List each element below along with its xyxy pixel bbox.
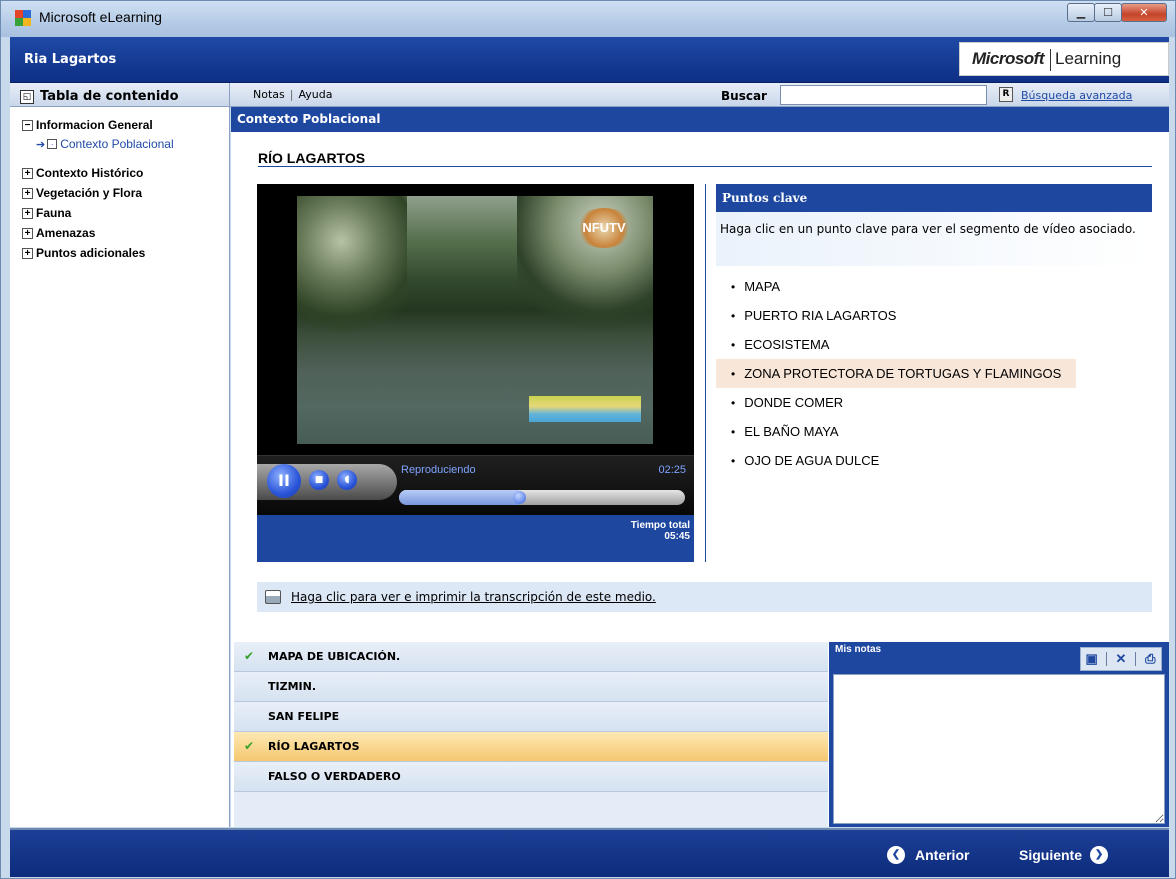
course-header: Ria Lagartos Microsoft Learning	[10, 37, 1169, 83]
key-point-item[interactable]: MAPA	[716, 272, 1076, 301]
next-button[interactable]: Siguiente ❯	[1019, 846, 1109, 864]
key-point-item[interactable]: PUERTO RIA LAGARTOS	[716, 301, 1076, 330]
previous-button[interactable]: ❮ Anterior	[887, 846, 969, 864]
notes-textarea[interactable]	[833, 674, 1165, 824]
main-content: Contexto Poblacional RÍO LAGARTOS NFUTV …	[231, 107, 1169, 827]
search-label: Buscar	[721, 89, 767, 103]
section-header: Contexto Poblacional	[231, 107, 1169, 132]
toc-toggle-button[interactable]: ◱ Tabla de contenido	[10, 83, 230, 107]
pause-icon[interactable]: II	[267, 464, 301, 498]
expand-icon[interactable]: +	[22, 167, 33, 179]
lesson-item[interactable]: TIZMIN.	[234, 672, 828, 702]
seek-handle[interactable]	[513, 491, 527, 504]
lesson-item[interactable]: ✔ MAPA DE UBICACIÓN.	[234, 642, 828, 672]
toc-item-amenazas[interactable]: + Amenazas	[22, 223, 229, 243]
minimize-icon[interactable]: ▁	[1067, 3, 1095, 22]
chevron-left-icon: ❮	[887, 846, 905, 864]
checkmark-icon: ✔	[244, 649, 255, 663]
video-screen[interactable]: NFUTV	[257, 184, 694, 455]
printer-icon[interactable]	[265, 590, 281, 604]
notes-header: Mis notas ▣ ✕ ⎙	[833, 644, 1165, 674]
seek-progress	[399, 490, 520, 505]
toc-item-fauna[interactable]: + Fauna	[22, 203, 229, 223]
current-arrow-icon: ➔	[36, 138, 46, 151]
key-point-item[interactable]: DONDE COMER	[716, 388, 1076, 417]
collapse-icon[interactable]: −	[22, 119, 33, 131]
transcript-link[interactable]: Haga clic para ver e imprimir la transcr…	[291, 590, 656, 604]
stop-icon[interactable]: ■	[309, 470, 329, 490]
print-icon[interactable]: ⎙	[1143, 652, 1157, 666]
tv-channel-logo: NFUTV	[575, 208, 633, 248]
expand-icon[interactable]: +	[22, 207, 33, 219]
volume-icon[interactable]: ◖	[337, 470, 357, 490]
key-point-item[interactable]: EL BAÑO MAYA	[716, 417, 1076, 446]
video-controls: II ■ ◖ Reproduciendo 02:25	[257, 455, 694, 515]
toolbar-links: Notas | Ayuda	[253, 88, 333, 101]
total-time: Tiempo total 05:45	[630, 520, 690, 542]
video-player: NFUTV II ■ ◖ Reproduciendo 02:25 Tiempo …	[257, 184, 694, 562]
key-points-description: Haga clic en un punto clave para ver el …	[716, 212, 1152, 266]
chevron-right-icon: ❯	[1090, 846, 1109, 864]
elapsed-time: 02:25	[658, 464, 686, 476]
panel-divider	[705, 184, 706, 562]
title-bar: Microsoft eLearning ▁ ☐ ✕	[1, 1, 1175, 37]
search-input[interactable]	[780, 85, 987, 105]
key-point-item-highlighted[interactable]: ZONA PROTECTORA DE TORTUGAS Y FLAMINGOS	[716, 359, 1076, 388]
toc-sidebar: − Informacion General ➔ · Contexto Poblacio…	[10, 107, 230, 827]
maximize-icon[interactable]: ☐	[1094, 3, 1122, 22]
expand-icon[interactable]: +	[22, 227, 33, 239]
toc-item-informacion-general[interactable]: − Informacion General	[22, 115, 229, 135]
microsoft-learning-logo: Microsoft Learning	[959, 42, 1169, 76]
toc-item-contexto-historico[interactable]: + Contexto Histórico	[22, 163, 229, 183]
delete-icon[interactable]: ✕	[1114, 652, 1128, 666]
save-icon[interactable]: ▣	[1085, 652, 1099, 666]
window-title: Microsoft eLearning	[39, 9, 162, 25]
search-go-icon[interactable]: R	[999, 87, 1013, 102]
checkmark-icon: ✔	[244, 739, 255, 753]
help-link[interactable]: Ayuda	[298, 88, 332, 101]
lesson-item[interactable]: SAN FELIPE	[234, 702, 828, 732]
notes-link[interactable]: Notas	[253, 88, 285, 101]
notes-panel: Mis notas ▣ ✕ ⎙	[829, 642, 1169, 827]
footer-nav: ❮ Anterior Siguiente ❯	[10, 828, 1169, 877]
transcript-bar: Haga clic para ver e imprimir la transcr…	[257, 582, 1152, 612]
toc-label: Tabla de contenido	[40, 89, 179, 104]
toc-item-puntos-adicionales[interactable]: + Puntos adicionales	[22, 243, 229, 263]
lesson-list: ✔ MAPA DE UBICACIÓN. TIZMIN. SAN FELIPE ✔…	[234, 642, 828, 827]
elearning-app-icon	[15, 10, 31, 26]
toc-panel-icon: ◱	[20, 89, 34, 104]
playback-status: Reproduciendo	[401, 464, 476, 476]
page-title: RÍO LAGARTOS	[258, 150, 366, 166]
key-points-panel: Puntos clave Haga clic en un punto clave…	[716, 184, 1152, 475]
course-title: Ria Lagartos	[24, 52, 117, 67]
toolbar: ◱ Tabla de contenido Notas | Ayuda Buscar …	[10, 83, 1169, 107]
lesson-item-active[interactable]: ✔ RÍO LAGARTOS	[234, 732, 828, 762]
key-points-list: MAPA PUERTO RIA LAGARTOS ECOSISTEMA ZONA…	[716, 272, 1152, 475]
key-point-item[interactable]: OJO DE AGUA DULCE	[716, 446, 1076, 475]
advanced-search-link[interactable]: Búsqueda avanzada	[1021, 89, 1132, 102]
video-caption-strip	[529, 396, 641, 422]
key-points-header: Puntos clave	[716, 184, 1152, 212]
expand-icon[interactable]: +	[22, 187, 33, 199]
video-frame: NFUTV	[297, 196, 653, 444]
close-icon[interactable]: ✕	[1121, 3, 1167, 22]
toc-item-contexto-poblacional[interactable]: ➔ · Contexto Poblacional	[22, 135, 229, 153]
toc-item-vegetacion-flora[interactable]: + Vegetación y Flora	[22, 183, 229, 203]
notes-toolbar: ▣ ✕ ⎙	[1080, 647, 1162, 671]
app-window: Microsoft eLearning ▁ ☐ ✕ Ria Lagartos M…	[0, 0, 1176, 879]
key-point-item[interactable]: ECOSISTEMA	[716, 330, 1076, 359]
expand-icon[interactable]: +	[22, 247, 33, 259]
window-controls: ▁ ☐ ✕	[1067, 3, 1167, 23]
page-icon: ·	[47, 139, 58, 149]
seek-bar[interactable]	[399, 490, 685, 505]
lesson-item[interactable]: FALSO O VERDADERO	[234, 762, 828, 792]
title-divider	[258, 166, 1152, 167]
